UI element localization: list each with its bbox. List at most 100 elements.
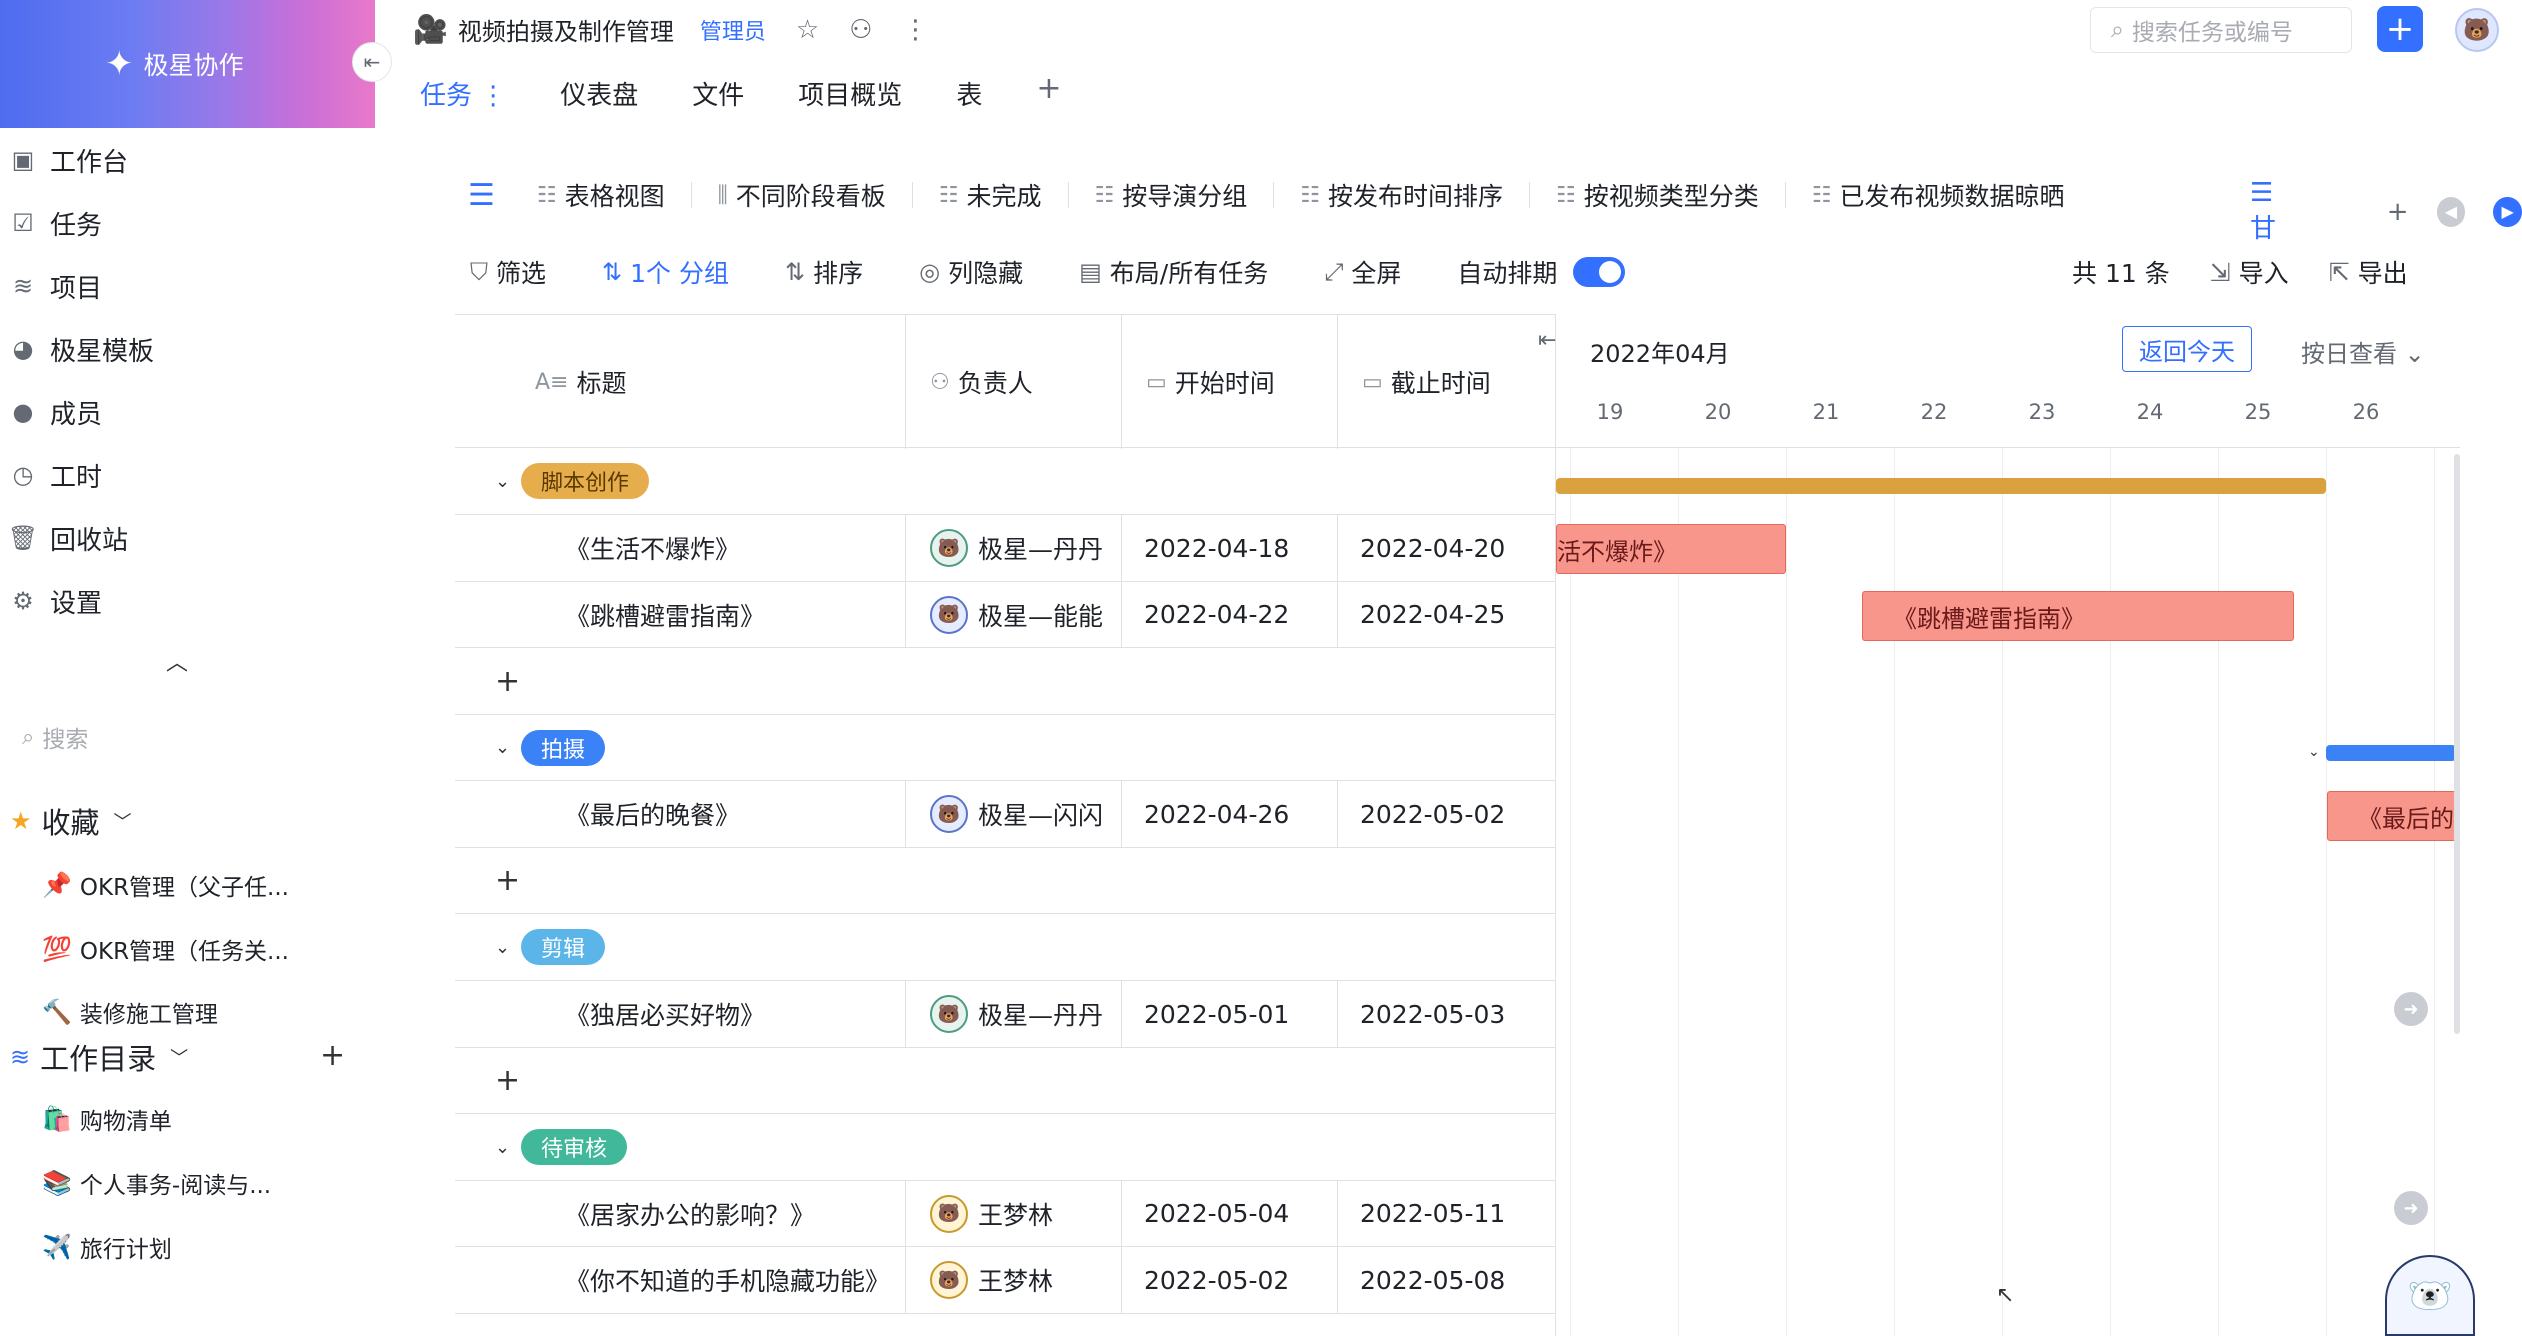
column-start[interactable]: ▭ 开始时间 — [1122, 315, 1338, 449]
group-button[interactable]: ⇅ 1个 分组 — [602, 254, 729, 290]
workdir-item[interactable]: ✈️ 旅行计划 — [42, 1230, 172, 1264]
chevron-down-icon[interactable]: ⌄ — [495, 715, 510, 780]
chevron-down-icon[interactable]: ⌄ — [2308, 744, 2320, 760]
view-kanban[interactable]: ⫼ 不同阶段看板 — [718, 177, 886, 213]
assignee-cell[interactable]: 🐻 王梦林 — [906, 1181, 1122, 1246]
table-row[interactable]: 《独居必买好物》 🐻 极星—丹丹 2022-05-01 2022-05-03 — [455, 981, 1555, 1048]
import-button[interactable]: ⇲ 导入 — [2210, 254, 2289, 290]
task-bar[interactable]: 《跳槽避雷指南》 — [1862, 591, 2294, 641]
table-row[interactable]: 《生活不爆炸》 🐻 极星—丹丹 2022-04-18 2022-04-20 — [455, 515, 1555, 582]
sidebar-search[interactable]: ⌕ 搜索 — [22, 720, 88, 754]
assistant-bear-icon[interactable]: 🐻‍❄️ — [2385, 1255, 2475, 1336]
add-row[interactable]: + — [455, 848, 1555, 914]
star-icon[interactable]: ☆ — [796, 15, 819, 45]
view-gantt-active[interactable]: ☰ 甘 — [2250, 178, 2359, 245]
workdir-header[interactable]: ≋ 工作目录 ﹀ — [10, 1036, 188, 1078]
view-by-publish-time[interactable]: ☷ 按发布时间排序 — [1300, 177, 1503, 213]
members-icon[interactable]: ⚇ — [849, 15, 872, 45]
add-task-button[interactable]: + — [495, 1048, 520, 1113]
add-view-button[interactable]: + — [2387, 197, 2409, 227]
sort-button[interactable]: ⇅ 排序 — [785, 254, 863, 290]
chevron-down-icon[interactable]: ⌄ — [495, 448, 510, 514]
end-date[interactable]: 2022-05-02 — [1338, 781, 1555, 847]
chevron-down-icon[interactable]: ⌄ — [495, 914, 510, 980]
add-tab-button[interactable]: + — [1036, 71, 1061, 112]
fullscreen-button[interactable]: ⤢ 全屏 — [1324, 254, 1401, 290]
table-row[interactable]: 《跳槽避雷指南》 🐻 极星—能能 2022-04-22 2022-04-25 — [455, 582, 1555, 648]
favorite-item[interactable]: 📌 OKR管理（父子任... — [42, 868, 289, 902]
start-date[interactable]: 2022-04-18 — [1122, 515, 1338, 581]
workdir-item[interactable]: 📚 个人事务-阅读与... — [42, 1166, 271, 1200]
group-bar-script[interactable] — [1556, 478, 2326, 494]
task-title[interactable]: 《跳槽避雷指南》 — [455, 582, 906, 647]
scroll-left-icon[interactable]: ◀ — [2436, 196, 2466, 227]
group-row[interactable]: ⌄ 待审核 — [455, 1114, 1555, 1181]
view-published-data[interactable]: ☷ 已发布视频数据晾晒 — [1812, 177, 2065, 213]
sidebar-item-projects[interactable]: ≋ 项目 — [0, 261, 375, 311]
chevron-down-icon[interactable]: ⌄ — [495, 1114, 510, 1180]
sidebar-item-settings[interactable]: ⚙ 设置 — [0, 576, 375, 626]
sidebar-item-tasks[interactable]: ☑ 任务 — [0, 198, 375, 248]
add-row[interactable]: + — [455, 1048, 1555, 1114]
assignee-cell[interactable]: 🐻 极星—丹丹 — [906, 981, 1122, 1047]
favorite-item[interactable]: 🔨 装修施工管理 — [42, 995, 218, 1029]
add-workdir-button[interactable]: + — [320, 1038, 345, 1073]
add-task-button[interactable]: + — [495, 648, 520, 714]
layout-button[interactable]: ▤ 布局/所有任务 — [1079, 254, 1268, 290]
back-to-today-button[interactable]: 返回今天 — [2122, 326, 2252, 372]
hide-columns-button[interactable]: ◎ 列隐藏 — [919, 254, 1023, 290]
user-avatar[interactable]: 🐻 — [2455, 8, 2499, 52]
start-date[interactable]: 2022-04-26 — [1122, 781, 1338, 847]
add-task-button[interactable]: + — [495, 848, 520, 913]
tab-files[interactable]: 文件 — [692, 75, 744, 112]
start-date[interactable]: 2022-05-04 — [1122, 1181, 1338, 1246]
group-row[interactable]: ⌄ 剪辑 — [455, 914, 1555, 981]
add-row[interactable]: + — [455, 648, 1555, 715]
table-row[interactable]: 《居家办公的影响？》 🐻 王梦林 2022-05-04 2022-05-11 — [455, 1181, 1555, 1247]
end-date[interactable]: 2022-04-25 — [1338, 582, 1555, 647]
end-date[interactable]: 2022-05-11 — [1338, 1181, 1555, 1246]
export-button[interactable]: ⇱ 导出 — [2329, 254, 2408, 290]
sidebar-item-trash[interactable]: 🗑 回收站 — [0, 513, 375, 563]
end-date[interactable]: 2022-04-20 — [1338, 515, 1555, 581]
group-row[interactable]: ⌄ 脚本创作 — [455, 448, 1555, 515]
create-button[interactable]: + — [2377, 6, 2423, 52]
start-date[interactable]: 2022-05-01 — [1122, 981, 1338, 1047]
filter-button[interactable]: ⛉ 筛选 — [470, 254, 546, 290]
end-date[interactable]: 2022-05-03 — [1338, 981, 1555, 1047]
table-row[interactable]: 《最后的晚餐》 🐻 极星—闪闪 2022-04-26 2022-05-02 — [455, 781, 1555, 848]
group-bar-shoot[interactable] — [2326, 745, 2456, 761]
tab-tasks[interactable]: 任务 ⋮ — [420, 75, 506, 112]
task-bar[interactable]: 《最后的 — [2327, 791, 2457, 841]
collapse-table-icon[interactable]: ⇤ — [1538, 328, 1556, 353]
column-title[interactable]: A≡ 标题 — [455, 315, 906, 449]
assignee-cell[interactable]: 🐻 王梦林 — [906, 1247, 1122, 1313]
tab-table[interactable]: 表 — [956, 75, 982, 112]
task-title[interactable]: 《生活不爆炸》 — [455, 515, 906, 581]
task-title[interactable]: 《最后的晚餐》 — [455, 781, 906, 847]
scroll-to-task-icon[interactable]: ➜ — [2394, 1191, 2428, 1225]
sidebar-item-members[interactable]: ● 成员 — [0, 387, 375, 437]
task-title[interactable]: 《独居必买好物》 — [455, 981, 906, 1047]
start-date[interactable]: 2022-05-02 — [1122, 1247, 1338, 1313]
tab-overview[interactable]: 项目概览 — [798, 75, 902, 112]
group-row[interactable]: ⌄ 拍摄 — [455, 715, 1555, 781]
task-title[interactable]: 《你不知道的手机隐藏功能》 — [455, 1247, 906, 1313]
workdir-item[interactable]: 🛍️ 购物清单 — [42, 1102, 172, 1136]
auto-schedule-toggle[interactable] — [1573, 257, 1626, 287]
task-bar[interactable]: 活不爆炸》 — [1556, 524, 1786, 574]
scroll-to-task-icon[interactable]: ➜ — [2394, 992, 2428, 1026]
view-incomplete[interactable]: ☷ 未完成 — [939, 177, 1042, 213]
chevron-up-icon[interactable]: ︿ — [166, 645, 188, 677]
table-row[interactable]: 《你不知道的手机隐藏功能》 🐻 王梦林 2022-05-02 2022-05-08 — [455, 1247, 1555, 1314]
more-vertical-icon[interactable]: ⋮ — [903, 15, 929, 45]
view-table[interactable]: ☷ 表格视图 — [537, 177, 665, 213]
column-end[interactable]: ▭ 截止时间 — [1338, 315, 1555, 449]
brand-logo[interactable]: ✦ 极星协作 — [0, 0, 375, 128]
vertical-scrollbar[interactable] — [2454, 454, 2460, 1034]
assignee-cell[interactable]: 🐻 极星—能能 — [906, 582, 1122, 647]
scroll-right-icon[interactable]: ▶ — [2493, 196, 2522, 227]
view-by-director[interactable]: ☷ 按导演分组 — [1095, 177, 1248, 213]
assignee-cell[interactable]: 🐻 极星—闪闪 — [906, 781, 1122, 847]
favorite-item[interactable]: 💯 OKR管理（任务关... — [42, 932, 289, 966]
